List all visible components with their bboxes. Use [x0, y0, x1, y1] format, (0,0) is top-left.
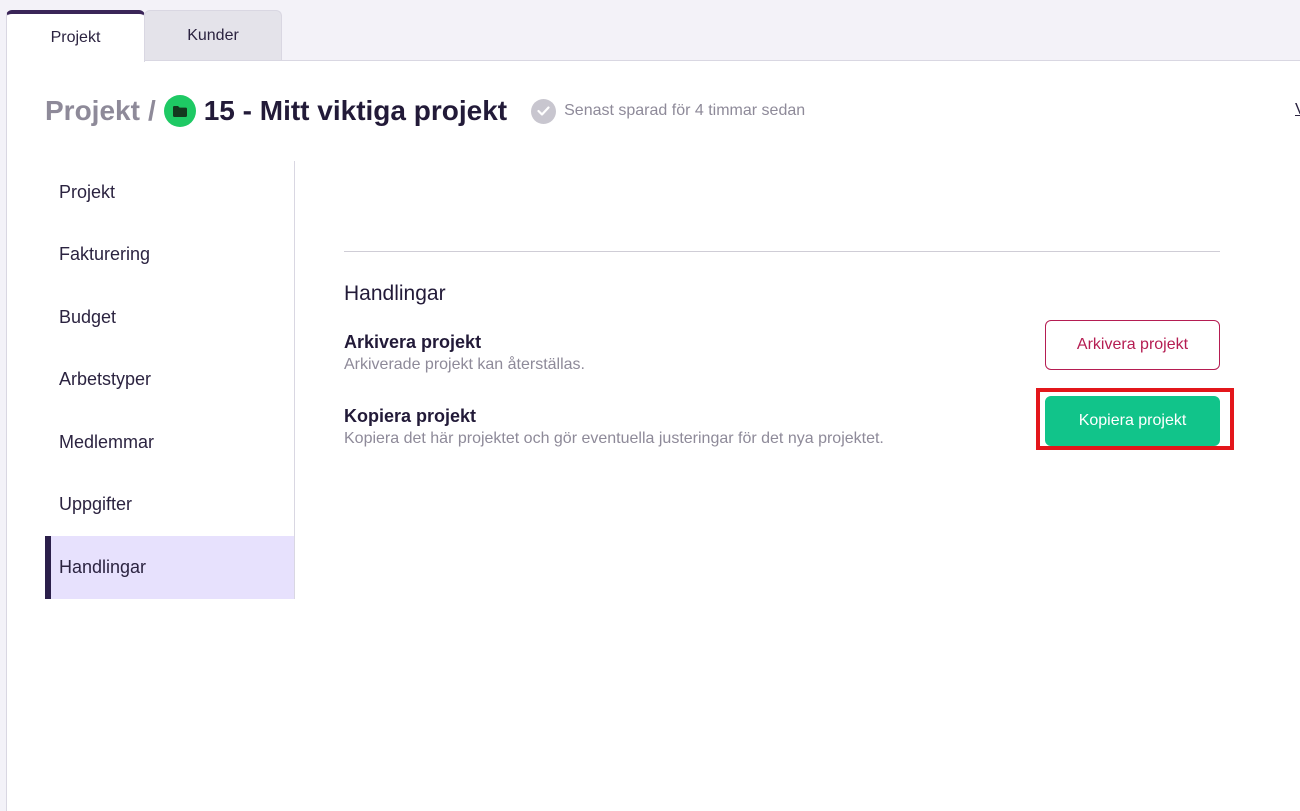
action-description: Arkiverade projekt kan återställas. — [344, 356, 585, 373]
action-description: Kopiera det här projektet och gör eventu… — [344, 430, 884, 447]
action-row-archive: Arkivera projekt Arkiverade projekt kan … — [344, 320, 1220, 394]
archive-project-button[interactable]: Arkivera projekt — [1045, 320, 1220, 370]
tab-kunder[interactable]: Kunder — [144, 10, 282, 61]
copy-project-button[interactable]: Kopiera projekt — [1045, 396, 1220, 446]
sidebar-item-label: Medlemmar — [59, 431, 155, 452]
section-title: Handlingar — [344, 282, 446, 305]
breadcrumb-projekt[interactable]: Projekt — [45, 95, 140, 127]
breadcrumb-separator: / — [147, 95, 156, 126]
actions-panel: Handlingar Arkivera projekt Arkiverade p… — [344, 251, 1234, 468]
sidebar-item-arbetstyper[interactable]: Arbetstyper — [45, 349, 294, 412]
sidebar-item-budget[interactable]: Budget — [45, 286, 294, 349]
page-title: 15 - Mitt viktiga projekt — [203, 95, 508, 126]
tab-label: Kunder — [187, 27, 239, 44]
action-title: Arkivera projekt — [344, 332, 482, 352]
sidebar-item-handlingar[interactable]: Handlingar — [45, 536, 294, 599]
sidebar-item-projekt[interactable]: Projekt — [45, 161, 294, 224]
tab-label: Projekt — [50, 29, 101, 46]
action-row-copy: Kopiera projekt Kopiera det här projekte… — [344, 388, 1234, 468]
sidebar-item-label: Projekt — [59, 181, 116, 202]
sidebar-item-fakturering[interactable]: Fakturering — [45, 224, 294, 287]
sidebar-item-uppgifter[interactable]: Uppgifter — [45, 474, 294, 537]
sidebar-item-label: Arbetstyper — [59, 369, 152, 390]
section-divider — [344, 251, 1220, 252]
sidebar-item-medlemmar[interactable]: Medlemmar — [45, 411, 294, 474]
check-circle-icon — [531, 98, 557, 124]
header-link[interactable]: V — [1295, 101, 1300, 119]
tab-projekt[interactable]: Projekt — [6, 10, 145, 62]
action-title: Kopiera projekt — [344, 406, 477, 426]
sidebar-item-label: Uppgifter — [59, 494, 133, 515]
sidebar-nav: Projekt Fakturering Budget Arbetstyper M… — [45, 161, 295, 599]
tab-bar: Projekt Kunder — [0, 0, 1300, 62]
page-header: Projekt / 15 - Mitt viktiga projekt Sena… — [45, 89, 805, 133]
page-container: Projekt / 15 - Mitt viktiga projekt Sena… — [6, 60, 1300, 811]
sidebar-item-label: Handlingar — [59, 556, 147, 577]
saved-status: Senast sparad för 4 timmar sedan — [564, 102, 806, 119]
folder-icon — [163, 95, 196, 127]
sidebar-item-label: Fakturering — [59, 244, 151, 265]
sidebar-item-label: Budget — [59, 306, 117, 327]
